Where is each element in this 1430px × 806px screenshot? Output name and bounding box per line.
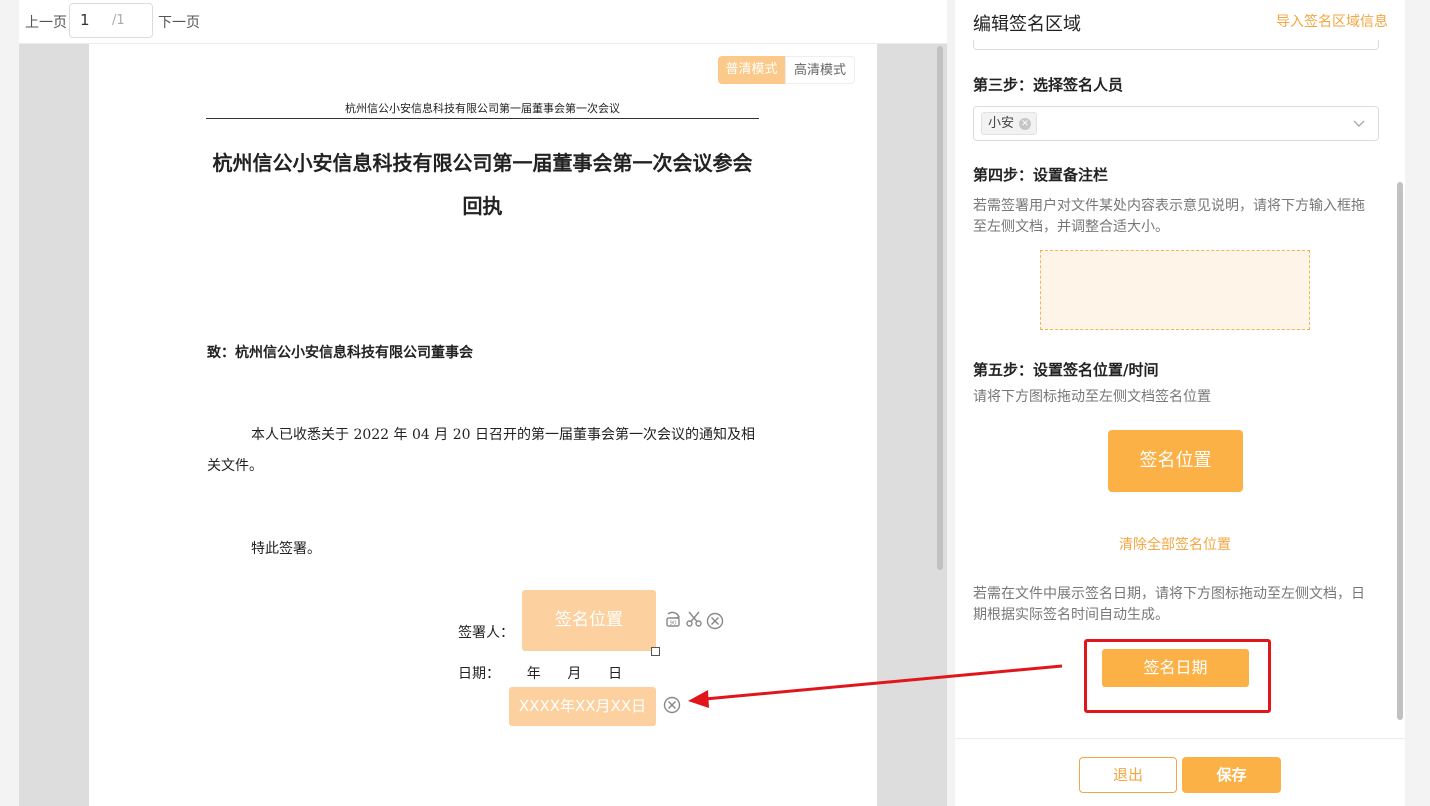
current-page: 1: [80, 11, 90, 29]
panel-title: 编辑签名区域: [973, 14, 1081, 35]
svg-text:90: 90: [670, 621, 677, 627]
placed-date-box[interactable]: XXXX年XX月XX日: [509, 687, 656, 726]
page-number-input[interactable]: 1 /1: [69, 3, 153, 38]
panel-footer: 退出 保存: [955, 738, 1405, 806]
doc-signer-label: 签署人：: [458, 625, 514, 641]
step5-title: 第五步：设置签名位置/时间: [973, 361, 1159, 379]
prev-page-button[interactable]: 上一页: [25, 12, 67, 32]
document-page: 普清模式 高清模式 杭州信公小安信息科技有限公司第一届董事会第一次会议 杭州信公…: [89, 44, 877, 806]
doc-date-label: 日期： 年 月 日: [458, 666, 623, 682]
total-pages: /1: [112, 13, 125, 28]
date-hint: 若需在文件中展示签名日期，请将下方图标拖动至左侧文档，日期根据实际签名时间自动生…: [973, 586, 1365, 623]
step4-hint: 若需签署用户对文件某处内容表示意见说明，请将下方输入框拖至左侧文档，并调整合适大…: [973, 198, 1365, 235]
import-signature-info-link[interactable]: 导入签名区域信息: [1276, 11, 1388, 31]
edit-signature-panel: 编辑签名区域 导入签名区域信息 第三步：选择签名人员 小安 ✕ 第四步：设置备注…: [955, 0, 1405, 806]
document-viewer: 上一页 1 /1 下一页 普清模式 高清模式 杭州信公小安信息科技有限公司第一届…: [19, 0, 947, 806]
placed-signature-box[interactable]: 签名位置: [522, 590, 656, 651]
doc-recipient: 致：杭州信公小安信息科技有限公司董事会: [207, 345, 473, 361]
selected-person-tag: 小安 ✕: [981, 112, 1038, 135]
doc-running-header: 杭州信公小安信息科技有限公司第一届董事会第一次会议: [345, 102, 620, 115]
doc-header-rule: [206, 118, 759, 119]
cut-icon[interactable]: [685, 610, 703, 628]
chevron-down-icon: [1353, 120, 1365, 127]
selected-person-name: 小安: [988, 116, 1015, 131]
pager-bar: 上一页 1 /1 下一页: [19, 0, 947, 44]
tag-close-icon[interactable]: ✕: [1019, 118, 1032, 130]
remove-signature-icon[interactable]: [706, 612, 724, 630]
document-canvas: 普清模式 高清模式 杭州信公小安信息科技有限公司第一届董事会第一次会议 杭州信公…: [19, 44, 947, 806]
save-button[interactable]: 保存: [1182, 757, 1281, 793]
doc-title: 杭州信公小安信息科技有限公司第一届董事会第一次会议参会回执: [212, 151, 753, 218]
viewer-scrollbar[interactable]: [937, 46, 943, 570]
next-page-button[interactable]: 下一页: [158, 12, 200, 32]
doc-body: 本人已收悉关于 2022 年 04 月 20 日召开的第一届董事会第一次会议的通…: [207, 427, 755, 474]
signer-select[interactable]: 小安 ✕: [973, 106, 1379, 141]
mode-normal-button[interactable]: 普清模式: [718, 56, 785, 84]
mode-hd-button[interactable]: 高清模式: [785, 56, 855, 84]
remove-date-icon[interactable]: [663, 696, 681, 714]
step5-hint: 请将下方图标拖动至左侧文档签名位置: [973, 389, 1211, 405]
previous-field-edge: [973, 40, 1379, 50]
signature-date-drag-button[interactable]: 签名日期: [1102, 649, 1249, 687]
panel-scrollbar[interactable]: [1397, 182, 1403, 720]
doc-closing: 特此签署。: [251, 541, 321, 557]
resize-handle[interactable]: [651, 647, 660, 656]
signature-position-drag-button[interactable]: 签名位置: [1108, 430, 1243, 492]
exit-button[interactable]: 退出: [1079, 757, 1177, 793]
clear-all-signatures-link[interactable]: 清除全部签名位置: [955, 534, 1395, 554]
step4-title: 第四步：设置备注栏: [973, 166, 1109, 184]
rotate-90-icon[interactable]: 90: [664, 610, 682, 628]
step3-title: 第三步：选择签名人员: [973, 76, 1124, 94]
remark-input-drag-box[interactable]: [1040, 250, 1310, 330]
